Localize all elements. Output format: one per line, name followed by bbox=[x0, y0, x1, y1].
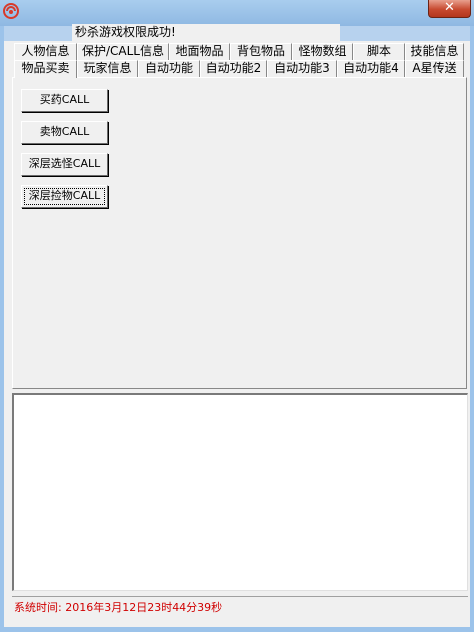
tab-ground-items[interactable]: 地面物品 bbox=[169, 43, 230, 60]
deep-select-monster-call-button[interactable]: 深层选怪CALL bbox=[21, 153, 108, 176]
sell-item-call-button[interactable]: 卖物CALL bbox=[21, 121, 108, 144]
close-icon: ✕ bbox=[444, 0, 455, 15]
title-bar[interactable]: ✕ bbox=[0, 0, 474, 26]
tab-monster-array[interactable]: 怪物数组 bbox=[292, 43, 353, 60]
window-frame-right bbox=[340, 26, 470, 41]
tab-script[interactable]: 脚本 bbox=[353, 43, 405, 60]
tab-bag-items[interactable]: 背包物品 bbox=[230, 43, 292, 60]
tab-player-info[interactable]: 玩家信息 bbox=[77, 60, 138, 77]
tab-auto-function[interactable]: 自动功能 bbox=[138, 60, 200, 77]
log-output-area[interactable] bbox=[12, 393, 468, 591]
tab-item-trade[interactable]: 物品买卖 bbox=[14, 60, 77, 78]
close-button[interactable]: ✕ bbox=[428, 0, 471, 18]
tab-auto-function-4[interactable]: 自动功能4 bbox=[337, 60, 405, 77]
tab-auto-function-3[interactable]: 自动功能3 bbox=[267, 60, 337, 77]
status-message-field: 秒杀游戏权限成功! bbox=[72, 24, 340, 41]
system-time-status: 系统时间: 2016年3月12日23时44分39秒 bbox=[12, 596, 468, 620]
app-logo-icon bbox=[3, 3, 19, 19]
tab-skill-info[interactable]: 技能信息 bbox=[405, 43, 464, 60]
tab-a-star-teleport[interactable]: A星传送 bbox=[405, 60, 464, 77]
tab-protect-call-info[interactable]: 保护/CALL信息 bbox=[77, 43, 169, 60]
buy-medicine-call-button[interactable]: 买药CALL bbox=[21, 89, 108, 112]
tab-character-info[interactable]: 人物信息 bbox=[14, 43, 77, 60]
window-frame-left bbox=[4, 26, 72, 41]
tab-panel-item-trade: 买药CALL 卖物CALL 深层选怪CALL 深层捡物CALL bbox=[12, 77, 467, 389]
deep-pickup-item-call-button[interactable]: 深层捡物CALL bbox=[21, 185, 108, 208]
tab-auto-function-2[interactable]: 自动功能2 bbox=[200, 60, 267, 77]
